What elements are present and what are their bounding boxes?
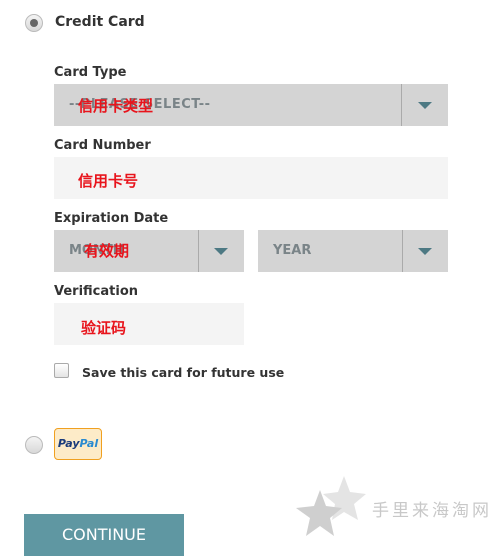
- watermark-text: 手里来海淘网: [372, 501, 492, 521]
- paypal-logo-pal: Pal: [79, 437, 99, 450]
- expiration-month-select[interactable]: MONTH 有效期: [54, 230, 244, 272]
- watermark: 手里来海淘网: [296, 474, 489, 548]
- credit-card-label: Credit Card: [55, 14, 145, 30]
- radio-dot: [30, 19, 38, 27]
- card-number-annotation: 信用卡号: [78, 172, 139, 190]
- card-type-annotation: 信用卡类型: [78, 97, 154, 115]
- paypal-logo[interactable]: PayPal: [54, 428, 102, 460]
- select-divider: [402, 230, 403, 272]
- paypal-logo-pay: Pay: [57, 437, 80, 450]
- paypal-radio[interactable]: [25, 436, 43, 454]
- expiration-annotation: 有效期: [84, 242, 130, 260]
- chevron-down-icon: [214, 248, 228, 255]
- save-card-label: Save this card for future use: [82, 365, 285, 380]
- year-placeholder: YEAR: [273, 243, 312, 258]
- verification-annotation: 验证码: [81, 319, 127, 337]
- verification-input[interactable]: 验证码: [54, 303, 244, 345]
- expiration-year-select[interactable]: YEAR: [258, 230, 448, 272]
- card-number-input[interactable]: 信用卡号: [54, 157, 448, 199]
- chevron-down-icon: [418, 248, 432, 255]
- chevron-down-icon: [418, 102, 432, 109]
- verification-label: Verification: [54, 284, 139, 299]
- card-type-label: Card Type: [54, 65, 127, 80]
- save-card-checkbox[interactable]: [54, 363, 69, 378]
- select-divider: [401, 84, 402, 126]
- credit-card-radio[interactable]: [25, 14, 43, 32]
- expiration-date-label: Expiration Date: [54, 211, 169, 226]
- star-icon: [296, 476, 366, 536]
- select-divider: [198, 230, 199, 272]
- card-number-label: Card Number: [54, 138, 151, 153]
- card-type-select[interactable]: --PLEASE SELECT-- 信用卡类型: [54, 84, 448, 126]
- continue-button[interactable]: CONTINUE: [24, 514, 184, 556]
